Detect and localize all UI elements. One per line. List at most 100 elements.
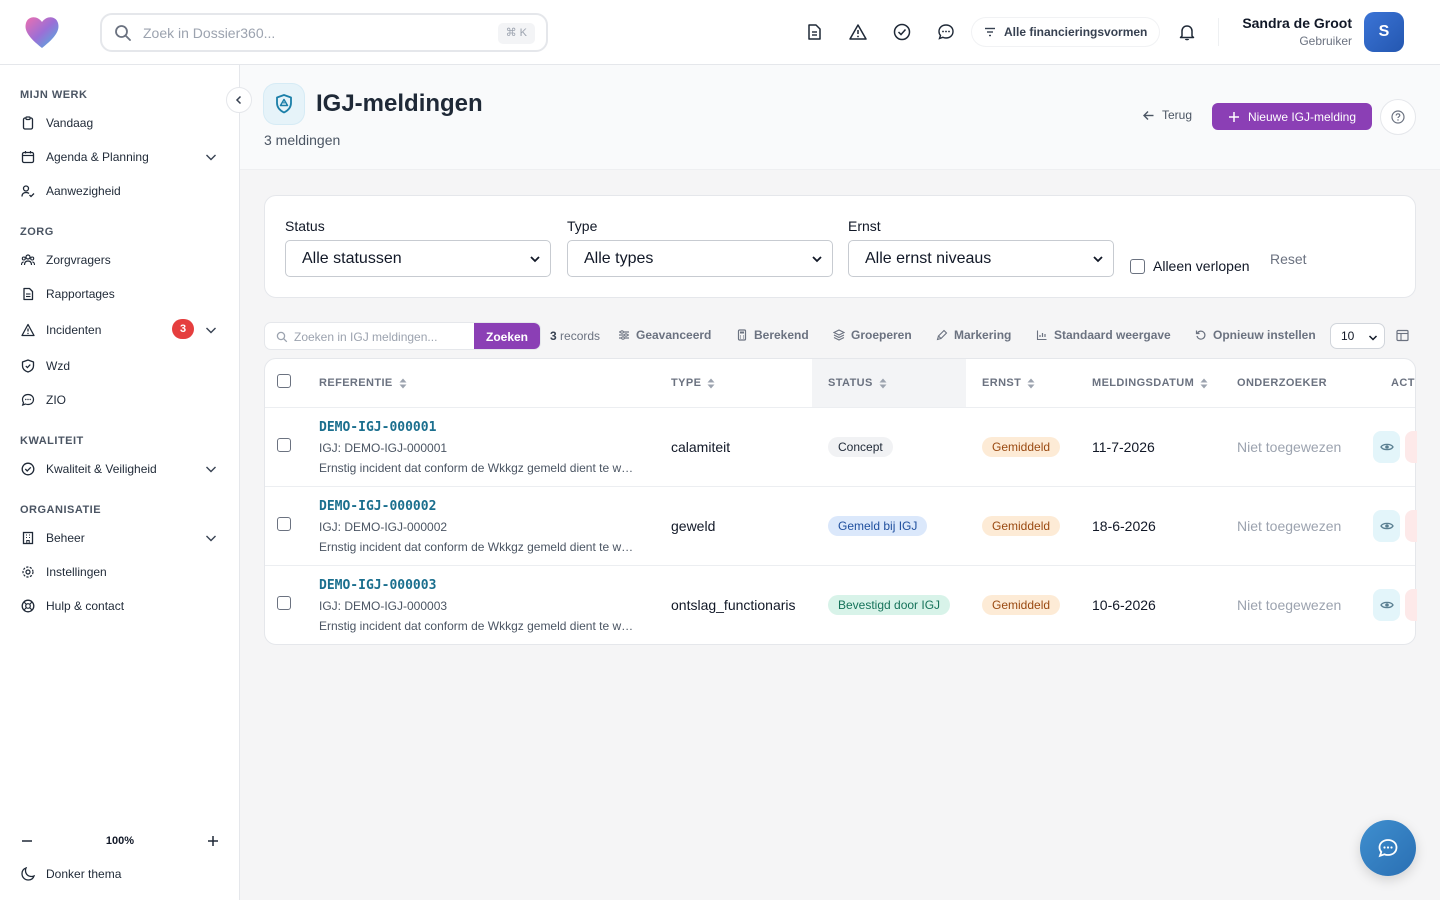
group-button[interactable]: Groeperen	[833, 328, 912, 342]
question-circle-icon	[1391, 110, 1405, 124]
view-button[interactable]	[1373, 510, 1400, 542]
reset-view-button[interactable]: Opnieuw instellen	[1195, 328, 1316, 342]
collapse-sidebar-button[interactable]	[226, 87, 252, 113]
check-circle-icon[interactable]	[891, 21, 913, 43]
calculator-icon	[737, 329, 747, 341]
column-header-meldingsdatum[interactable]: MELDINGSDATUM	[1092, 377, 1208, 389]
avatar[interactable]: S	[1364, 12, 1404, 52]
sidebar-item-instellingen[interactable]: Instellingen	[20, 561, 220, 583]
chat-support-button[interactable]	[1360, 820, 1416, 876]
calculated-button[interactable]: Berekend	[736, 328, 809, 342]
advanced-label: Geavanceerd	[636, 328, 712, 342]
users-icon	[20, 252, 36, 268]
lifebuoy-icon	[20, 598, 36, 614]
chevron-down-icon	[206, 154, 216, 161]
building-icon	[20, 530, 36, 546]
moon-icon	[21, 866, 36, 881]
sidebar-item-aanwezigheid[interactable]: Aanwezigheid	[20, 180, 220, 202]
sidebar-item-vandaag[interactable]: Vandaag	[20, 112, 220, 134]
select-all-checkbox[interactable]	[277, 374, 291, 388]
status-filter-label: Status	[285, 218, 325, 234]
record-count-value: 3	[550, 329, 557, 343]
advanced-button[interactable]: Geavanceerd	[618, 328, 711, 342]
header-label: MELDINGSDATUM	[1092, 377, 1195, 389]
page-size-select[interactable]: 10	[1330, 323, 1385, 349]
global-search-input[interactable]: Zoek in Dossier360... ⌘ K	[100, 13, 548, 52]
only-expired-checkbox[interactable]: Alleen verlopen	[1130, 258, 1250, 274]
file-text-icon	[20, 286, 36, 302]
clipboard-icon	[20, 115, 36, 131]
sidebar-item-kwaliteit[interactable]: Kwaliteit & Veiligheid	[20, 458, 220, 480]
sort-icon	[707, 378, 715, 388]
document-icon[interactable]	[803, 21, 825, 43]
zoom-in-icon[interactable]	[206, 834, 220, 848]
layers-icon	[833, 329, 845, 341]
zoom-out-icon[interactable]	[20, 834, 34, 848]
column-header-ernst[interactable]: ERNST	[982, 377, 1035, 389]
type-filter-select[interactable]: Alle types	[567, 240, 833, 277]
reference-link[interactable]: DEMO-IGJ-000001	[319, 420, 436, 435]
chevron-down-icon	[1368, 335, 1378, 341]
sidebar-item-label: Beheer	[46, 531, 85, 545]
incidents-count-badge: 3	[172, 319, 194, 339]
column-header-type[interactable]: TYPE	[671, 377, 715, 389]
marking-button[interactable]: Markering	[936, 328, 1011, 342]
user-check-icon	[20, 183, 36, 199]
chat-bubble-icon	[1378, 839, 1398, 858]
column-header-acties: ACTI	[1391, 377, 1415, 389]
delete-button[interactable]	[1405, 589, 1417, 621]
eye-icon	[1379, 443, 1394, 451]
row-checkbox[interactable]	[277, 438, 291, 452]
ernst-filter-select[interactable]: Alle ernst niveaus	[848, 240, 1114, 277]
back-label: Terug	[1162, 108, 1193, 122]
sort-icon	[1027, 378, 1035, 388]
warning-icon	[20, 322, 36, 338]
delete-button[interactable]	[1405, 431, 1417, 463]
chat-icon[interactable]	[935, 21, 957, 43]
table-search-button[interactable]: Zoeken	[474, 323, 540, 349]
sidebar-item-zio[interactable]: ZIO	[20, 389, 220, 411]
check-circle-icon	[20, 461, 36, 477]
sidebar-item-beheer[interactable]: Beheer	[20, 527, 220, 549]
row-checkbox[interactable]	[277, 596, 291, 610]
reference-link[interactable]: DEMO-IGJ-000002	[319, 499, 436, 514]
financing-filter-button[interactable]: Alle financieringsvormen	[972, 18, 1160, 46]
back-button[interactable]: Terug	[1142, 108, 1192, 122]
filter-icon	[985, 27, 995, 37]
view-button[interactable]	[1373, 431, 1400, 463]
view-button[interactable]	[1373, 589, 1400, 621]
column-header-referentie[interactable]: REFERENTIE	[319, 377, 407, 389]
calculated-label: Berekend	[754, 328, 809, 342]
dark-theme-toggle[interactable]: Donker thema	[20, 866, 121, 882]
reference-link[interactable]: DEMO-IGJ-000003	[319, 578, 436, 593]
sidebar-item-zorgvragers[interactable]: Zorgvragers	[20, 249, 220, 271]
row-checkbox[interactable]	[277, 517, 291, 531]
bell-icon[interactable]	[1176, 21, 1198, 43]
heart-logo-icon[interactable]	[22, 13, 62, 51]
reference-description: Ernstig incident dat conform de Wkkgz ge…	[319, 619, 635, 633]
plus-icon	[1228, 111, 1239, 122]
checkbox[interactable]	[1130, 258, 1145, 274]
sidebar-item-label: Agenda & Planning	[46, 150, 149, 164]
sidebar-item-wzd[interactable]: Wzd	[20, 355, 220, 377]
column-header-onderzoeker[interactable]: ONDERZOEKER	[1237, 377, 1327, 389]
chevron-down-icon	[1093, 256, 1103, 263]
table-search[interactable]: Zoeken in IGJ meldingen... Zoeken	[264, 322, 541, 350]
status-filter-select[interactable]: Alle statussen	[285, 240, 551, 277]
divider	[265, 407, 1415, 408]
help-button[interactable]	[1380, 99, 1416, 135]
ernst-badge: Gemiddeld	[982, 595, 1061, 615]
column-header-status[interactable]: STATUS	[828, 377, 887, 389]
new-igj-report-button[interactable]: Nieuwe IGJ-melding	[1212, 103, 1372, 130]
sidebar-item-hulp[interactable]: Hulp & contact	[20, 595, 220, 617]
type-cell: ontslag_functionaris	[671, 597, 796, 613]
sidebar-item-rapportages[interactable]: Rapportages	[20, 283, 220, 305]
sidebar-item-incidenten[interactable]: Incidenten 3	[20, 319, 220, 341]
sliders-icon	[619, 330, 629, 340]
sidebar-item-agenda[interactable]: Agenda & Planning	[20, 146, 220, 168]
columns-icon[interactable]	[1396, 329, 1409, 342]
warning-icon[interactable]	[847, 21, 869, 43]
delete-button[interactable]	[1405, 510, 1417, 542]
reset-filters-button[interactable]: Reset	[1270, 251, 1307, 267]
default-view-button[interactable]: Standaard weergave	[1036, 328, 1171, 342]
